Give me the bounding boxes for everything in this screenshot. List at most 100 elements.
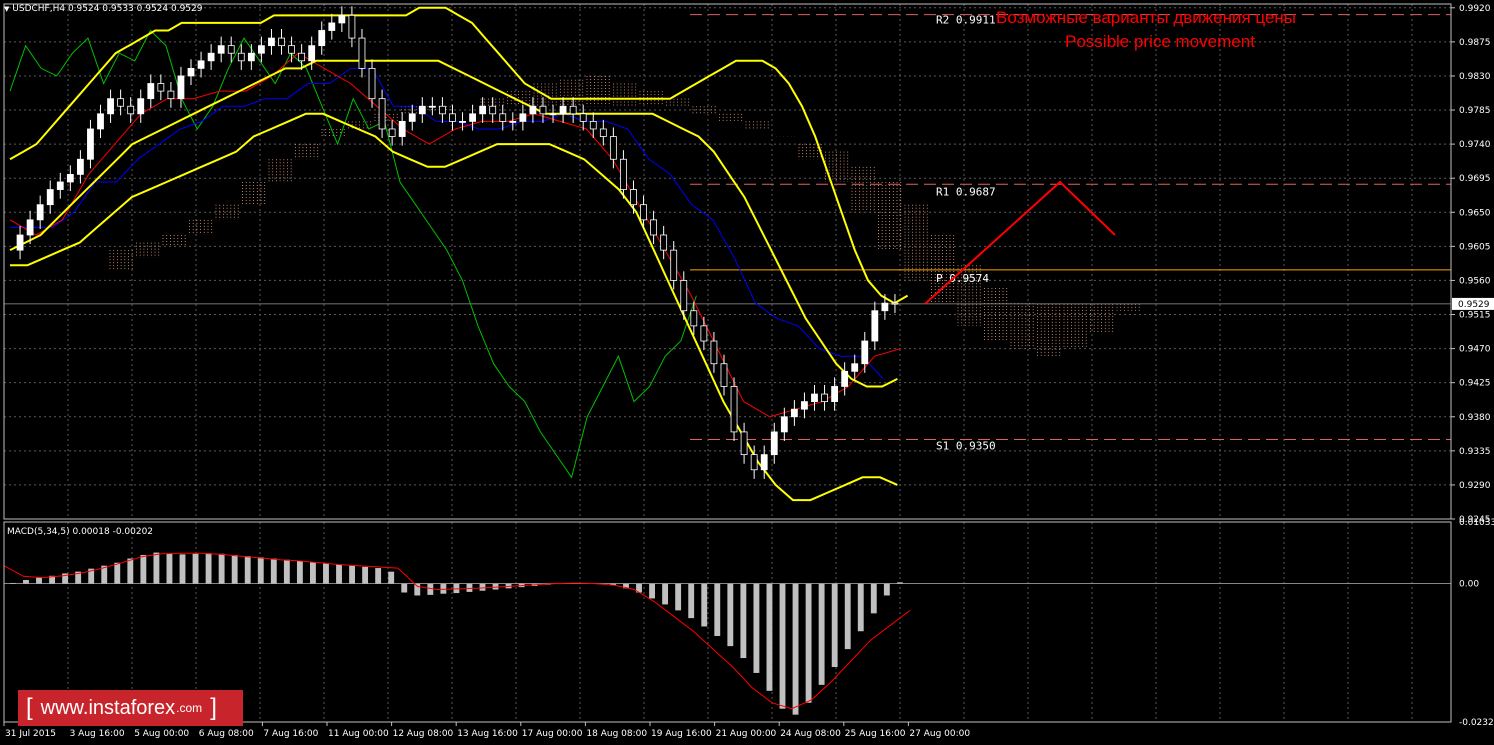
y-tick-label: 0.9650 xyxy=(1459,208,1491,218)
macd-histogram-bar xyxy=(127,558,134,584)
candle-body xyxy=(76,158,84,175)
chart-svg: R2 0.9911 R1 0.9687 P 0.9574 S1 0.9350 MACD… xyxy=(3,3,1494,739)
macd-histogram-bar xyxy=(779,583,786,709)
candle-body xyxy=(650,219,657,236)
candle-body xyxy=(147,83,155,100)
y-tick-label: 0.9875 xyxy=(1459,38,1491,48)
candle-body xyxy=(579,113,587,122)
macd-histogram-bar xyxy=(805,583,812,703)
candle-body xyxy=(36,204,44,221)
candle-body xyxy=(428,105,436,108)
candle-body xyxy=(187,67,195,77)
candle-body xyxy=(519,113,527,122)
candle-body xyxy=(750,454,758,471)
macd-histogram-bar xyxy=(440,583,447,594)
candle-body xyxy=(127,105,135,115)
x-tick-label: 17 Aug 00:00 xyxy=(522,729,583,739)
candle-body xyxy=(56,181,64,190)
candle-body xyxy=(549,113,557,116)
candle-body xyxy=(881,302,889,312)
candle-body xyxy=(247,52,255,62)
candle-body xyxy=(449,113,456,122)
y-tick-label: 0.9380 xyxy=(1459,413,1491,423)
candle-body xyxy=(479,105,487,115)
candle-body xyxy=(569,105,577,115)
instaforex-logo[interactable]: [ www.instaforex .com ] xyxy=(18,690,243,726)
bollinger-upper-line xyxy=(9,6,909,305)
x-tick-label: 19 Aug 16:00 xyxy=(651,729,712,739)
candle-body xyxy=(740,431,748,456)
candle-body xyxy=(780,416,788,433)
macd-histogram-bar xyxy=(218,553,225,584)
x-tick-label: 6 Aug 08:00 xyxy=(199,729,254,739)
x-tick-label: 25 Aug 16:00 xyxy=(845,729,906,739)
bollinger-lower-line xyxy=(10,112,898,502)
candle-body xyxy=(539,105,547,115)
candle-body xyxy=(288,45,295,54)
candle-body xyxy=(620,158,627,190)
candle-body xyxy=(227,45,235,54)
macd-histogram-bar xyxy=(844,583,851,650)
x-tick-label: 31 Jul 2015 xyxy=(5,729,56,739)
candle-body xyxy=(760,454,768,471)
candle-body xyxy=(318,30,326,47)
logo-text: www.instaforex xyxy=(40,696,176,719)
candle-body xyxy=(770,431,778,456)
macd-histogram-bar xyxy=(244,556,251,584)
candle-body xyxy=(46,189,54,206)
candle-body xyxy=(378,98,386,130)
macd-histogram-bar xyxy=(818,583,825,685)
macd-histogram-bar xyxy=(792,583,799,715)
candle-body xyxy=(107,98,114,115)
dropdown-triangle-icon[interactable]: ▼ xyxy=(4,5,9,13)
symbol-header: ▼ USDCHF,H4 0.9524 0.9533 0.9524 0.9529 xyxy=(4,4,203,14)
macd-histogram-bar xyxy=(701,583,708,627)
candle-body xyxy=(418,105,426,115)
y-tick-label: 0.9425 xyxy=(1459,379,1491,389)
macd-histogram-bar xyxy=(362,566,369,584)
projection-line xyxy=(924,180,1116,305)
macd-histogram-bar xyxy=(296,560,303,584)
macd-histogram-bar xyxy=(270,558,277,584)
macd-histogram-bar xyxy=(153,552,160,584)
candle-body xyxy=(16,234,24,251)
macd-y-tick-label: -0.02323 xyxy=(1459,718,1494,728)
macd-histogram-bar xyxy=(466,583,473,592)
macd-histogram-bar xyxy=(870,583,877,614)
macd-histogram-bar xyxy=(283,559,290,584)
x-tick-label: 12 Aug 08:00 xyxy=(393,729,454,739)
macd-histogram-bar xyxy=(36,577,42,584)
macd-signal-line xyxy=(3,552,911,710)
candle-body xyxy=(559,105,567,115)
candle-body xyxy=(851,363,859,372)
candle-body xyxy=(237,52,245,62)
annotation-en: Possible price movement xyxy=(1065,32,1255,51)
y-tick-label: 0.9695 xyxy=(1459,174,1491,184)
candle-body xyxy=(388,128,396,137)
macd-histogram-bar xyxy=(727,583,734,647)
y-tick-label: 0.9560 xyxy=(1459,276,1491,286)
macd-histogram-bar xyxy=(375,568,382,584)
x-tick-label: 13 Aug 16:00 xyxy=(457,729,518,739)
y-tick-label: 0.9605 xyxy=(1459,242,1491,252)
candle-body xyxy=(207,52,215,62)
y-tick-label: 0.9740 xyxy=(1459,140,1491,150)
x-tick-label: 21 Aug 00:00 xyxy=(716,729,777,739)
candle-body xyxy=(640,204,647,221)
x-tick-label: 5 Aug 00:00 xyxy=(134,729,189,739)
candle-body xyxy=(278,37,285,47)
candle-body xyxy=(630,189,637,206)
candle-body xyxy=(599,128,607,137)
candle-body xyxy=(439,105,446,115)
candle-body xyxy=(298,52,306,62)
macd-histogram-bar xyxy=(766,583,773,691)
candle-body xyxy=(408,113,416,122)
candle-body xyxy=(509,120,517,123)
level-label-1: R1 0.9687 xyxy=(936,185,996,198)
macd-histogram-bar xyxy=(10,582,16,584)
macd-histogram-bar xyxy=(831,583,838,667)
candle-body xyxy=(157,83,165,92)
macd-histogram-bar xyxy=(896,582,903,584)
candle-body xyxy=(137,98,145,115)
chart-window[interactable]: R2 0.9911 R1 0.9687 P 0.9574 S1 0.9350 MACD… xyxy=(0,0,1494,741)
